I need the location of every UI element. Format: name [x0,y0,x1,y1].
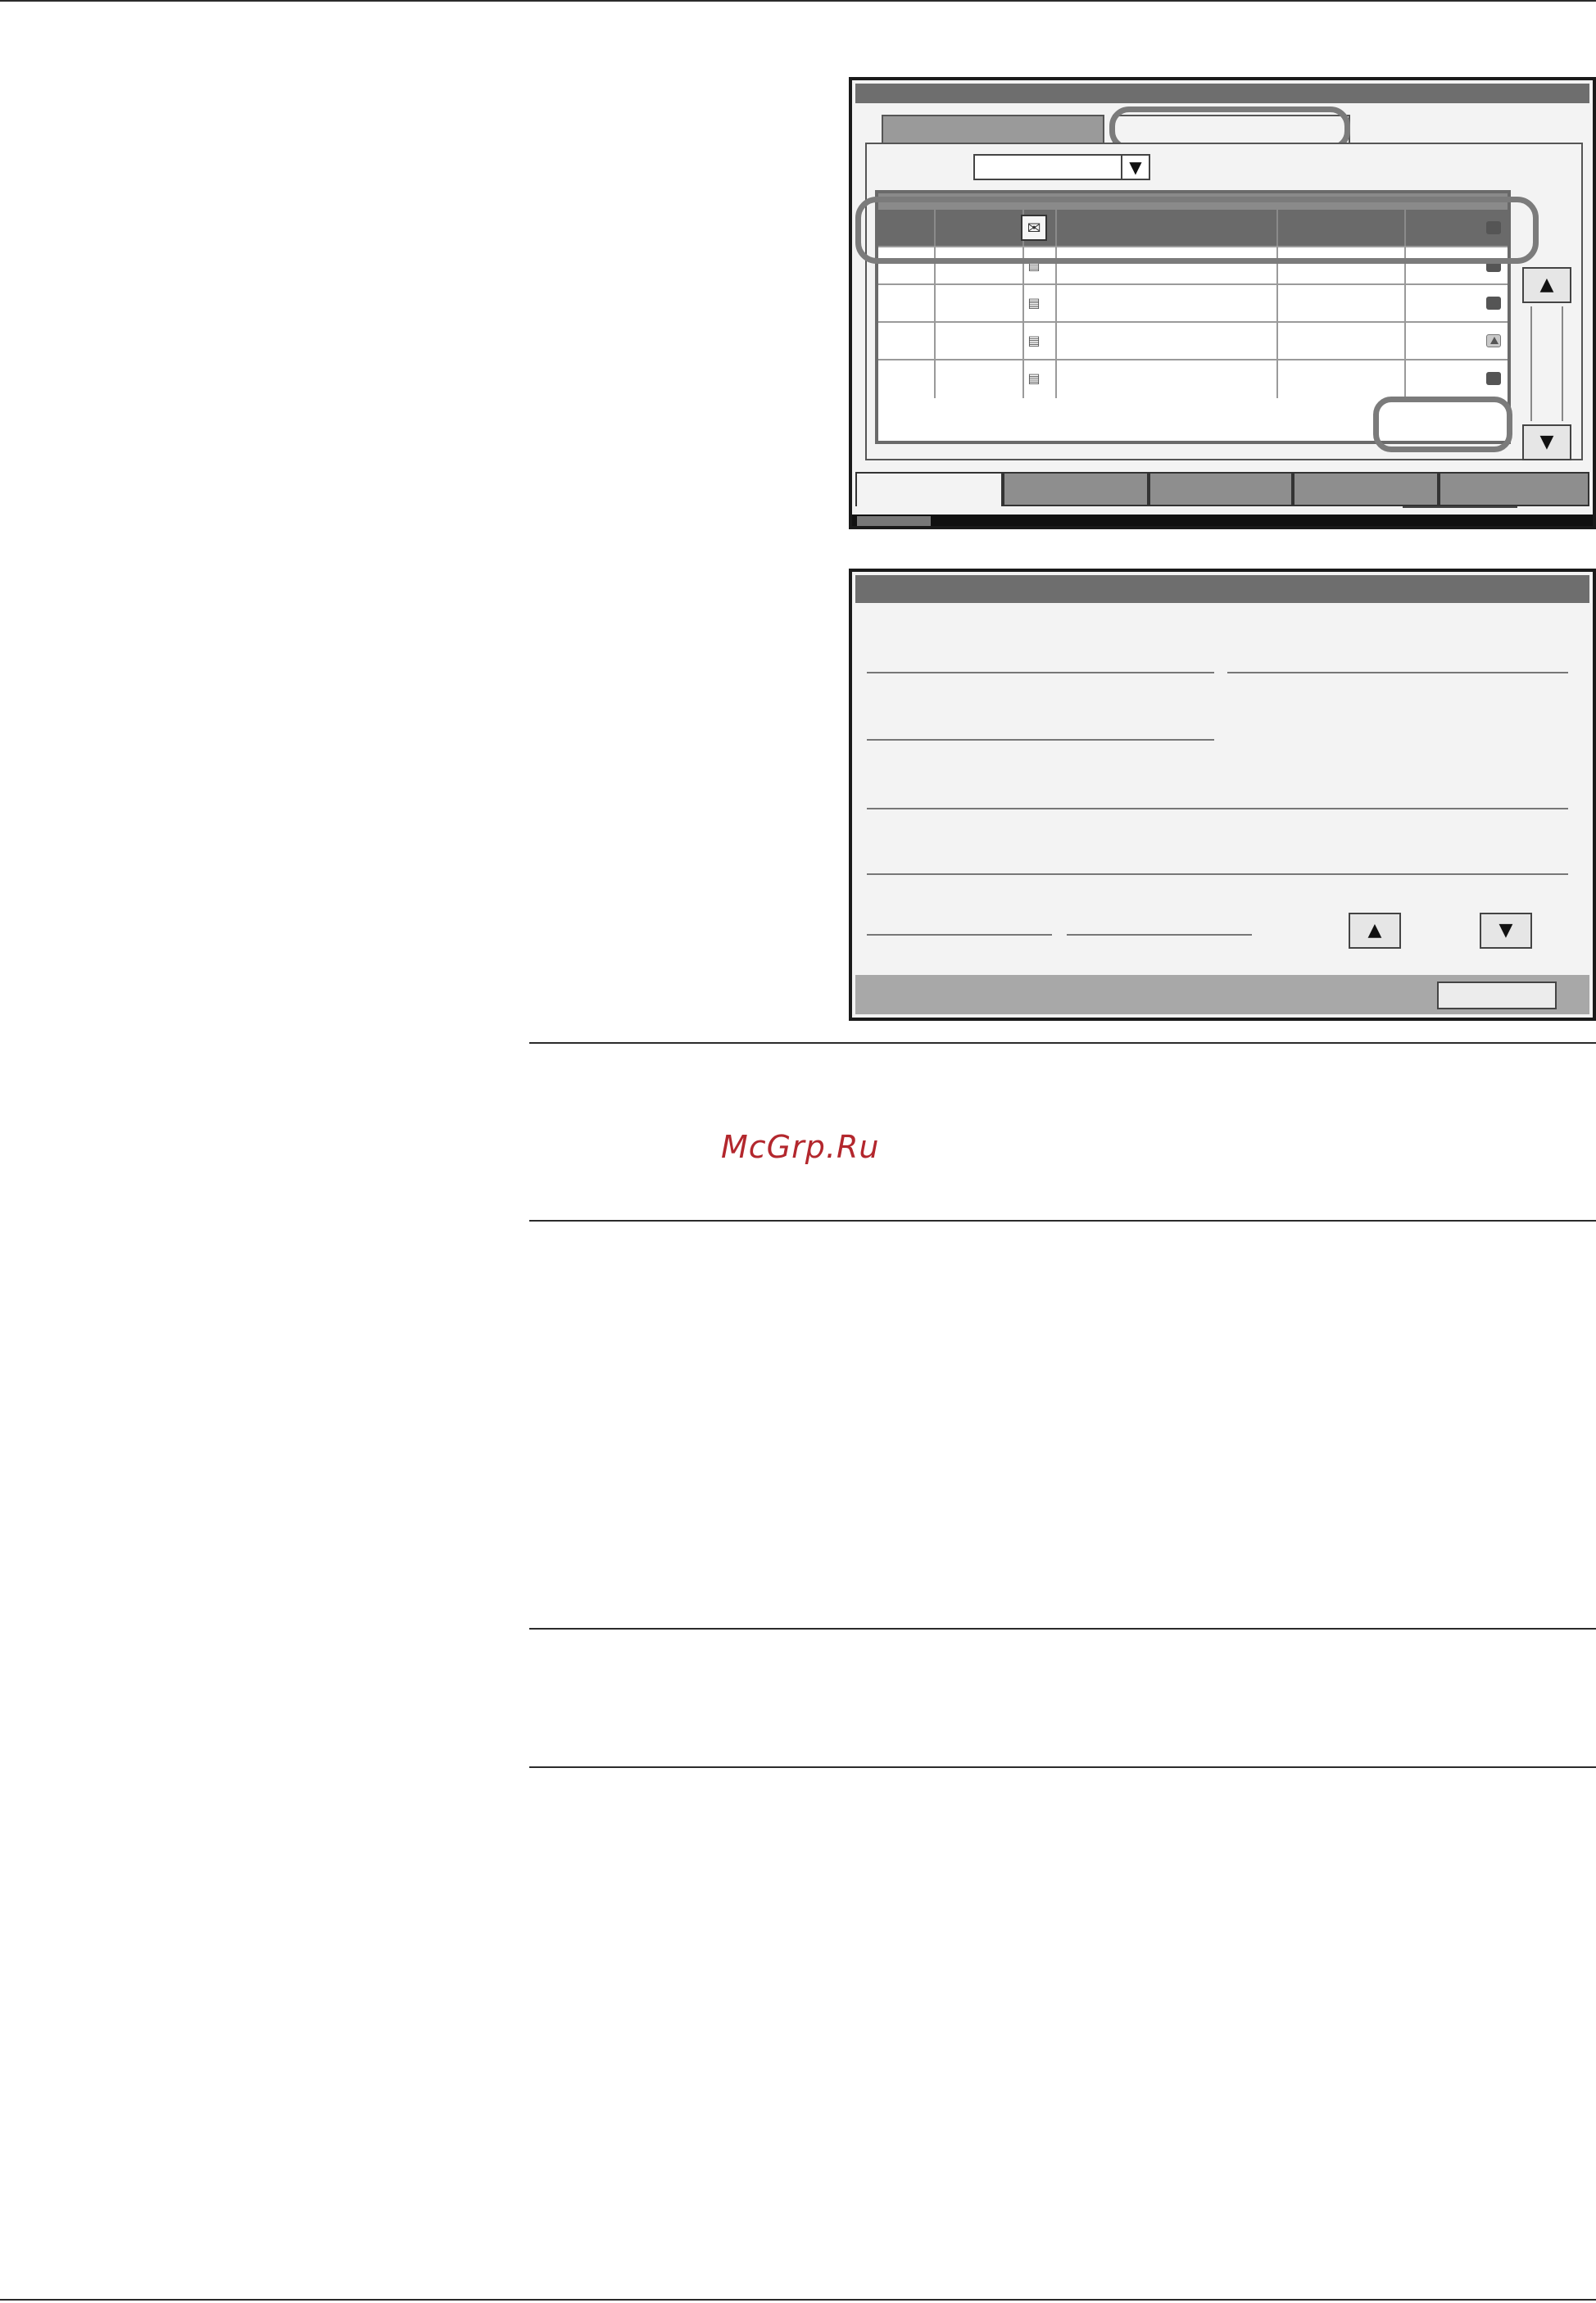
column-divider [1022,323,1024,359]
job-status-screen: ▼ ✉ ▤ ▤ ▤ ▤ ▲ ▼ [849,77,1596,529]
detail-field-underline [1067,934,1252,936]
watermark-text: McGrp.Ru [721,1129,880,1165]
bottom-tab-1[interactable] [855,472,1003,506]
column-divider [1022,360,1024,398]
column-divider [934,285,936,321]
bottom-tab-2[interactable] [1003,472,1149,506]
tab-printing-jobs[interactable] [882,115,1104,143]
bottom-tab-bar [855,472,1589,511]
detail-field-underline [867,873,1568,875]
table-row[interactable]: ▤ [878,323,1508,360]
scroll-up-button[interactable]: ▲ [1522,267,1571,303]
column-divider [1404,323,1406,359]
status-ok-icon [1486,372,1501,385]
bottom-tab-5[interactable] [1439,472,1589,506]
document-icon: ▤ [1027,333,1041,348]
detail-field-underline [867,934,1052,936]
document-icon: ▤ [1027,295,1041,311]
bottom-rule [0,2299,1596,2301]
section-rule-4 [529,1766,1596,1768]
detail-footer-bar [855,975,1589,1014]
detail-field-underline [867,739,1214,741]
scroll-track[interactable] [1530,306,1563,421]
table-row[interactable]: ▤ [878,360,1508,398]
top-rule [0,0,1596,2]
row-callout-outline [855,197,1539,264]
detail-field-underline [867,808,1568,809]
column-divider [1404,285,1406,321]
status-strip [852,515,1593,526]
column-divider [1276,360,1278,398]
close-button[interactable] [1437,981,1557,1009]
bottom-tab-3[interactable] [1149,472,1293,506]
column-divider [934,360,936,398]
chevron-down-icon: ▼ [1121,156,1149,179]
screen-titlebar [855,575,1589,603]
column-divider [1404,360,1406,398]
column-divider [1055,360,1057,398]
section-rule-1 [529,1042,1596,1044]
bottom-tab-4[interactable] [1293,472,1439,506]
detail-field-underline [1227,672,1568,673]
scroll-down-button[interactable]: ▼ [1522,424,1571,460]
column-divider [1022,285,1024,321]
page-down-button[interactable]: ▼ [1480,913,1532,949]
column-divider [1276,323,1278,359]
detail-field-underline [867,672,1214,673]
document-icon: ▤ [1027,370,1041,386]
column-divider [1055,285,1057,321]
column-divider [1055,323,1057,359]
column-divider [934,323,936,359]
detail-button-callout-outline [1373,397,1512,452]
job-detail-screen: ▲ ▼ [849,569,1596,1021]
section-rule-3 [529,1628,1596,1630]
table-row[interactable]: ▤ [878,285,1508,323]
status-indicator [857,516,931,526]
section-rule-2 [529,1220,1596,1222]
screen-titlebar [855,84,1589,103]
job-type-dropdown[interactable]: ▼ [973,154,1150,180]
status-warning-icon [1486,334,1501,347]
column-divider [1276,285,1278,321]
status-ok-icon [1486,297,1501,310]
page-up-button[interactable]: ▲ [1349,913,1401,949]
